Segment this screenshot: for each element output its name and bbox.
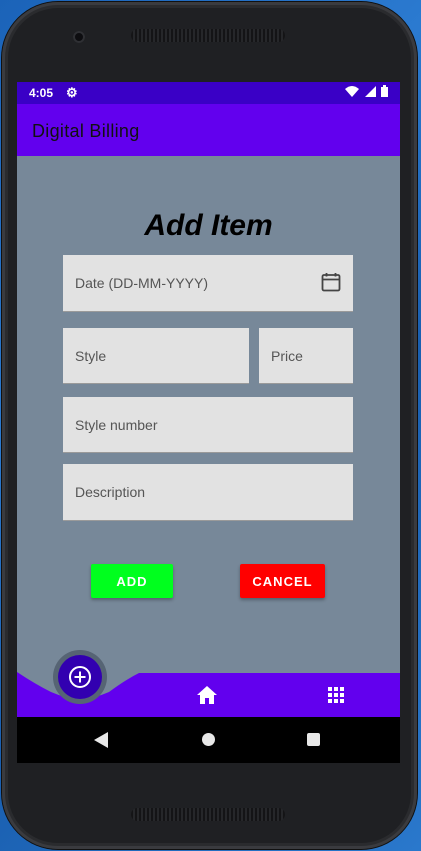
wifi-icon bbox=[345, 86, 360, 97]
add-button[interactable]: ADD bbox=[91, 564, 173, 598]
style-placeholder: Style bbox=[75, 347, 107, 364]
style-number-placeholder: Style number bbox=[75, 416, 158, 433]
plus-circle-icon bbox=[69, 666, 91, 688]
back-triangle-icon[interactable] bbox=[94, 732, 108, 748]
recents-square-icon[interactable] bbox=[307, 733, 320, 746]
calendar-icon[interactable] bbox=[321, 272, 341, 292]
style-number-field[interactable]: Style number bbox=[63, 397, 353, 453]
price-placeholder: Price bbox=[271, 347, 303, 364]
home-icon[interactable] bbox=[197, 686, 217, 704]
status-icons bbox=[345, 85, 388, 99]
gear-icon: ⚙ bbox=[66, 85, 78, 100]
bottom-speaker bbox=[131, 808, 285, 821]
cancel-button[interactable]: CANCEL bbox=[240, 564, 325, 598]
style-field[interactable]: Style bbox=[63, 328, 249, 384]
app-title: Digital Billing bbox=[32, 121, 140, 141]
date-field[interactable]: Date (DD-MM-YYYY) bbox=[63, 255, 353, 312]
date-placeholder: Date (DD-MM-YYYY) bbox=[75, 275, 209, 291]
add-fab-button[interactable] bbox=[58, 655, 102, 699]
app-bar: Digital Billing bbox=[17, 104, 400, 156]
price-field[interactable]: Price bbox=[259, 328, 353, 384]
status-time: 4:05 bbox=[29, 86, 54, 100]
system-navigation-bar bbox=[17, 717, 400, 763]
status-bar: 4:05 ⚙ bbox=[17, 82, 400, 104]
home-circle-icon[interactable] bbox=[202, 733, 215, 746]
app-screen: 4:05 ⚙ Digital Billing Add Item Date (DD… bbox=[17, 82, 400, 763]
description-placeholder: Description bbox=[75, 484, 146, 500]
battery-icon bbox=[381, 85, 388, 97]
description-field[interactable]: Description bbox=[63, 464, 353, 521]
earpiece-speaker bbox=[131, 29, 285, 42]
form-title: Add Item bbox=[144, 209, 273, 242]
signal-icon bbox=[364, 86, 376, 97]
front-camera bbox=[73, 31, 85, 43]
grid-icon[interactable] bbox=[328, 687, 344, 703]
